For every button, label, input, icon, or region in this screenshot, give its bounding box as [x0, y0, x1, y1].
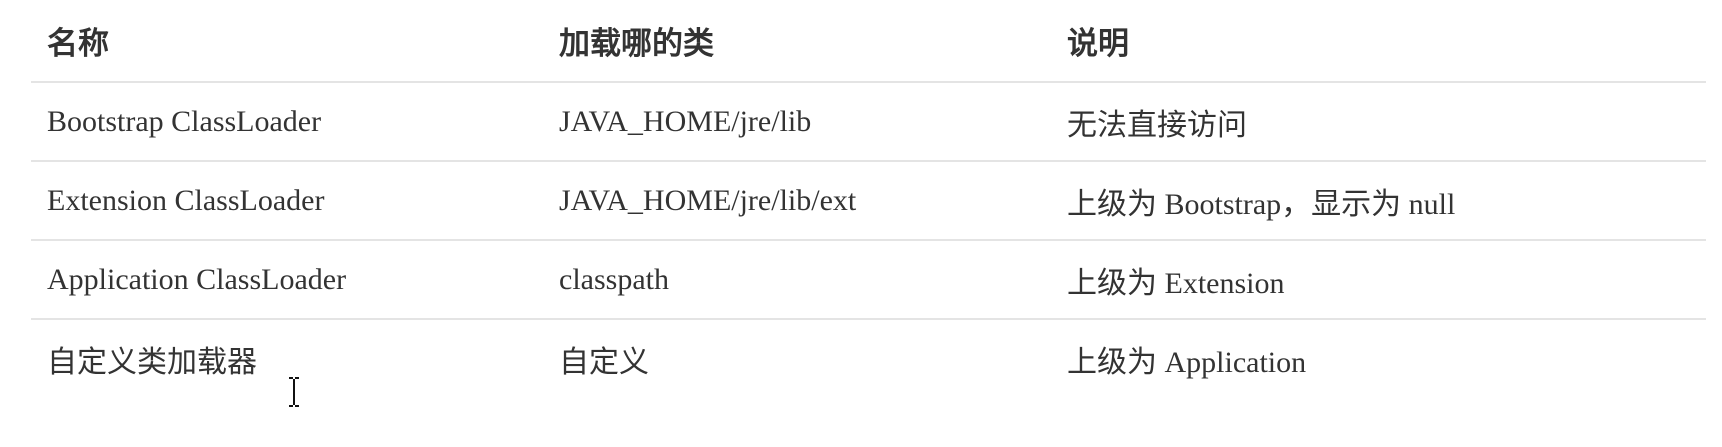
cell-name: Extension ClassLoader: [31, 161, 543, 241]
cell-name: Bootstrap ClassLoader: [31, 82, 543, 162]
column-header-load-path: 加载哪的类: [543, 0, 1051, 83]
text-cursor-icon: [287, 377, 301, 407]
table-row: Bootstrap ClassLoader JAVA_HOME/jre/lib …: [31, 82, 1706, 162]
cell-description: 无法直接访问: [1051, 82, 1706, 162]
table-header-row: 名称 加载哪的类 说明: [31, 0, 1706, 83]
column-header-description: 说明: [1051, 0, 1706, 83]
cell-load-path: classpath: [543, 240, 1051, 320]
table-row: Application ClassLoader classpath 上级为 Ex…: [31, 240, 1706, 320]
cell-description: 上级为 Extension: [1051, 240, 1706, 320]
cell-load-path: 自定义: [559, 345, 649, 379]
column-header-name: 名称: [31, 0, 543, 83]
table-row: 自定义类加载器 自定义 上级为 Application: [31, 319, 1706, 397]
cell-load-path: JAVA_HOME/jre/lib/ext: [543, 161, 1051, 241]
cell-description: 上级为 Bootstrap，显示为 null: [1051, 161, 1706, 241]
table-row: Extension ClassLoader JAVA_HOME/jre/lib/…: [31, 161, 1706, 241]
cell-load-path: JAVA_HOME/jre/lib: [543, 82, 1051, 162]
cell-description: 上级为 Application: [1067, 345, 1307, 379]
cell-name: Application ClassLoader: [31, 240, 543, 320]
classloader-table-container: 名称 加载哪的类 说明 Bootstrap ClassLoader JAVA_H…: [31, 0, 1706, 397]
classloader-table: 名称 加载哪的类 说明 Bootstrap ClassLoader JAVA_H…: [31, 0, 1706, 397]
